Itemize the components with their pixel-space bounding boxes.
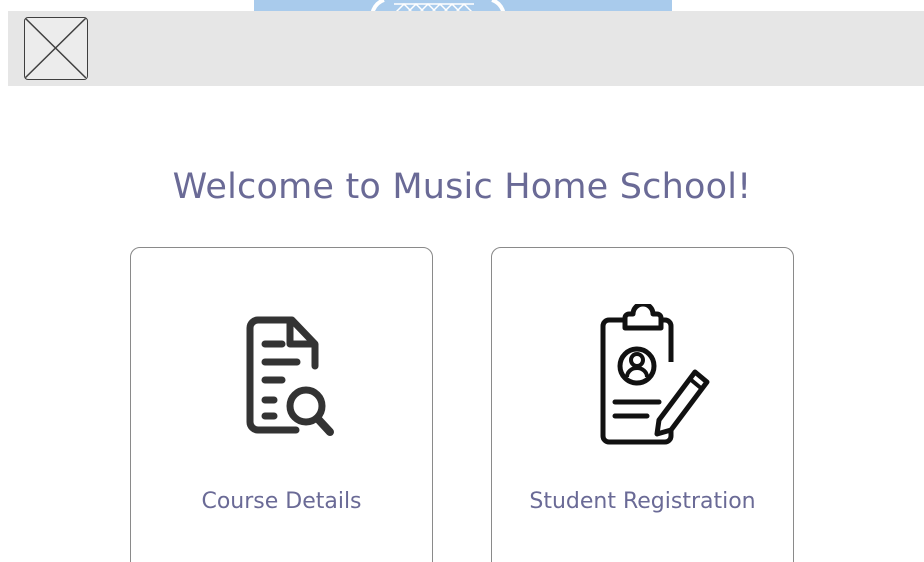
document-search-icon	[246, 316, 334, 436]
course-details-card[interactable]: Course Details	[130, 247, 433, 562]
student-registration-card[interactable]: Student Registration	[491, 247, 794, 562]
student-registration-label: Student Registration	[529, 489, 756, 514]
page: Welcome to Music Home School! Course Det…	[0, 0, 924, 562]
top-bar	[8, 11, 924, 86]
image-placeholder-icon[interactable]	[24, 17, 88, 80]
page-title: Welcome to Music Home School!	[172, 167, 752, 208]
clipboard-profile-edit-icon	[600, 304, 709, 445]
course-details-label: Course Details	[201, 489, 362, 514]
